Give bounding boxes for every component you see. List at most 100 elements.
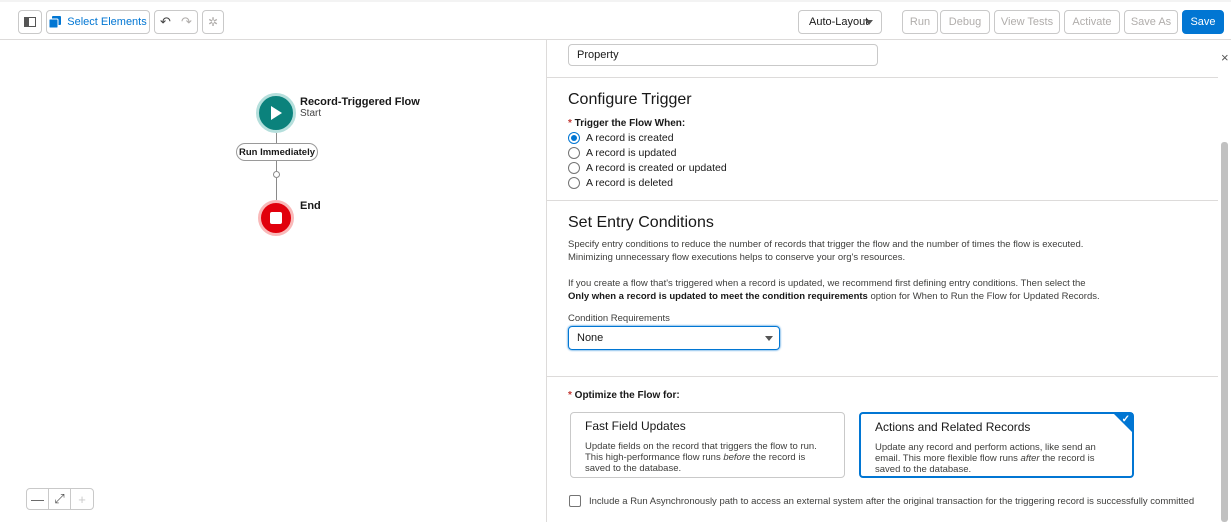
check-icon: ✓ bbox=[1121, 414, 1130, 425]
required-star: * bbox=[568, 390, 575, 401]
play-icon bbox=[271, 106, 282, 120]
optimize-label: * Optimize the Flow for: bbox=[568, 390, 680, 401]
save-label: Save bbox=[1190, 16, 1216, 28]
trigger-option-updated[interactable]: A record is updated bbox=[568, 147, 676, 159]
close-icon[interactable]: × bbox=[1221, 50, 1229, 65]
run-button[interactable]: Run bbox=[902, 10, 938, 34]
properties-panel: Property × Configure Trigger * Trigger t… bbox=[546, 40, 1231, 522]
run-label: Run bbox=[909, 16, 931, 28]
view-tests-button[interactable]: View Tests bbox=[994, 10, 1060, 34]
option-desc-text: email. This more flexible flow runs bbox=[875, 453, 1021, 464]
save-as-label: Save As bbox=[1130, 16, 1172, 28]
start-node[interactable] bbox=[256, 93, 296, 133]
radio-label: A record is created or updated bbox=[586, 162, 727, 174]
debug-label: Debug bbox=[948, 16, 982, 28]
trigger-when-text: Trigger the Flow When: bbox=[574, 118, 686, 129]
view-tests-label: View Tests bbox=[1000, 16, 1054, 28]
add-element-dot[interactable] bbox=[273, 171, 280, 178]
start-node-title: Record-Triggered Flow bbox=[300, 96, 420, 108]
undo-icon[interactable]: ↶ bbox=[160, 14, 171, 30]
flow-canvas[interactable]: Record-Triggered Flow Start Run Immediat… bbox=[0, 40, 546, 522]
entry-recommendation-line: If you create a flow that's triggered wh… bbox=[568, 278, 1086, 289]
trigger-option-deleted[interactable]: A record is deleted bbox=[568, 177, 673, 189]
configure-trigger-heading: Configure Trigger bbox=[568, 91, 692, 108]
entry-desc-line: Minimizing unnecessary flow executions h… bbox=[568, 252, 906, 263]
toolbar: Select Elements ↶ ↷ ✲ Auto-Layout Run De… bbox=[0, 0, 1231, 40]
run-async-option[interactable]: Include a Run Asynchronously path to acc… bbox=[569, 495, 1194, 507]
layout-mode-dropdown[interactable]: Auto-Layout bbox=[798, 10, 882, 34]
option-desc-text: the record is bbox=[1039, 453, 1095, 464]
option-description: Update fields on the record that trigger… bbox=[585, 441, 830, 474]
option-desc-line: Update fields on the record that trigger… bbox=[585, 441, 817, 452]
radio-label: A record is deleted bbox=[586, 177, 673, 189]
bold-option-name: Only when a record is updated to meet th… bbox=[568, 291, 868, 302]
select-elements-label: Select Elements bbox=[67, 16, 147, 28]
top-border bbox=[0, 0, 1231, 2]
optimize-label-text: Optimize the Flow for: bbox=[574, 390, 680, 401]
radio[interactable] bbox=[568, 162, 580, 174]
section-divider bbox=[547, 77, 1218, 78]
option-desc-line: This high-performance flow runs before t… bbox=[585, 452, 830, 463]
save-as-button[interactable]: Save As bbox=[1124, 10, 1178, 34]
radio[interactable] bbox=[568, 177, 580, 189]
fast-field-updates-option[interactable]: Fast Field Updates Update fields on the … bbox=[570, 412, 845, 478]
radio-label: A record is updated bbox=[586, 147, 677, 159]
connector-line bbox=[276, 178, 277, 200]
radio-selected[interactable] bbox=[568, 132, 580, 144]
stop-icon bbox=[270, 212, 282, 224]
option-description: Update any record and perform actions, l… bbox=[875, 442, 1118, 475]
run-async-checkbox[interactable] bbox=[569, 495, 581, 507]
option-desc-line: saved to the database. bbox=[875, 464, 972, 475]
gear-icon: ✲ bbox=[207, 15, 219, 29]
radio[interactable] bbox=[568, 147, 580, 159]
activate-label: Activate bbox=[1072, 16, 1112, 28]
start-node-subtitle: Start bbox=[300, 108, 322, 119]
connector-line bbox=[276, 161, 277, 171]
entry-recommendation-line: Only when a record is updated to meet th… bbox=[568, 290, 1188, 303]
option-desc-text: the record is bbox=[750, 452, 806, 463]
option-desc-emphasis: before bbox=[723, 452, 751, 463]
layout-mode-value: Auto-Layout bbox=[809, 16, 869, 28]
condition-requirements-value: None bbox=[577, 332, 604, 344]
select-elements-button[interactable]: Select Elements bbox=[46, 10, 150, 34]
toggle-panel-button[interactable] bbox=[18, 10, 42, 34]
entry-desc-line: Specify entry conditions to reduce the n… bbox=[568, 239, 1084, 250]
condition-requirements-select[interactable]: None bbox=[568, 326, 780, 350]
select-elements-icon bbox=[49, 16, 62, 28]
panel-icon bbox=[24, 17, 36, 27]
entry-recommendation-rest: option for When to Run the Flow for Upda… bbox=[867, 291, 1100, 302]
entry-conditions-heading: Set Entry Conditions bbox=[568, 214, 714, 231]
condition-requirements-label: Condition Requirements bbox=[568, 313, 670, 324]
end-node-label: End bbox=[300, 200, 321, 212]
trigger-option-created[interactable]: A record is created bbox=[568, 132, 674, 144]
save-button[interactable]: Save bbox=[1182, 10, 1224, 34]
fit-view-button[interactable]: ⤢ bbox=[49, 489, 71, 509]
actions-related-records-option[interactable]: ✓ Actions and Related Records Update any… bbox=[859, 412, 1134, 478]
object-input[interactable]: Property bbox=[568, 44, 878, 66]
redo-icon[interactable]: ↷ bbox=[181, 14, 192, 30]
run-async-label: Include a Run Asynchronously path to acc… bbox=[589, 495, 1195, 507]
zoom-controls: — ⤢ + bbox=[26, 488, 94, 510]
entry-conditions-recommendation: If you create a flow that's triggered wh… bbox=[568, 277, 1188, 303]
section-divider bbox=[547, 376, 1218, 377]
option-title: Fast Field Updates bbox=[585, 419, 686, 433]
radio-label: A record is created bbox=[586, 132, 674, 144]
section-divider bbox=[547, 200, 1218, 201]
end-node[interactable] bbox=[258, 200, 294, 236]
trigger-option-created-or-updated[interactable]: A record is created or updated bbox=[568, 162, 727, 174]
trigger-when-label: * Trigger the Flow When: bbox=[568, 118, 685, 129]
zoom-in-button[interactable]: + bbox=[71, 489, 93, 509]
option-desc-line: email. This more flexible flow runs afte… bbox=[875, 453, 1118, 464]
option-desc-line: Update any record and perform actions, l… bbox=[875, 442, 1096, 453]
entry-conditions-description: Specify entry conditions to reduce the n… bbox=[568, 238, 1188, 264]
debug-button[interactable]: Debug bbox=[940, 10, 990, 34]
zoom-out-button[interactable]: — bbox=[27, 489, 49, 509]
run-immediately-path[interactable]: Run Immediately bbox=[236, 143, 318, 161]
activate-button[interactable]: Activate bbox=[1064, 10, 1120, 34]
option-desc-line: saved to the database. bbox=[585, 463, 682, 474]
chevron-down-icon bbox=[865, 20, 873, 25]
option-desc-emphasis: after bbox=[1020, 453, 1040, 464]
settings-gear-button[interactable]: ✲ bbox=[202, 10, 224, 34]
undo-redo-group: ↶ ↷ bbox=[154, 10, 198, 34]
scrollbar[interactable] bbox=[1221, 142, 1228, 522]
